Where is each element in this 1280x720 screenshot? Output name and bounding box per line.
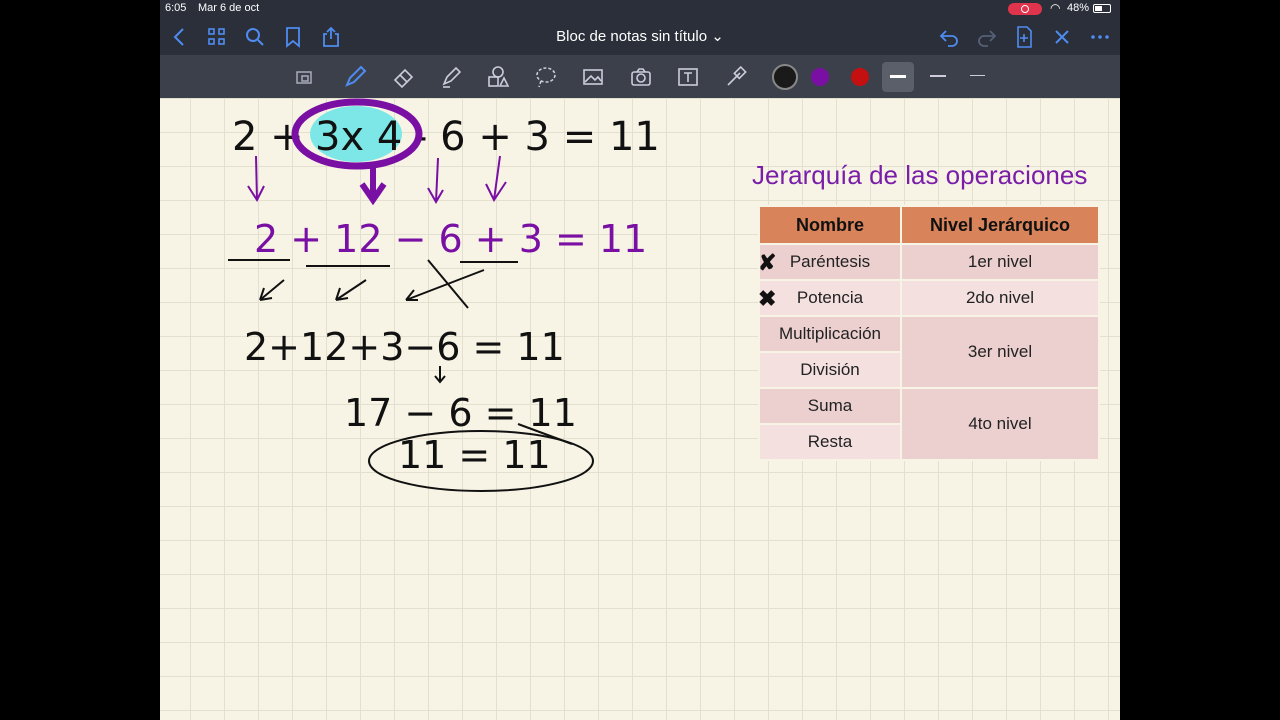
cell-level: 3er nivel (900, 315, 1100, 389)
more-icon[interactable] (1088, 25, 1112, 49)
laser-pointer-icon[interactable] (723, 64, 749, 90)
camera-icon[interactable] (628, 64, 654, 90)
eraser-icon[interactable] (391, 64, 417, 90)
stroke-thick-selected[interactable] (882, 62, 914, 92)
stroke-thin[interactable] (970, 75, 985, 76)
table-row: Suma 4to nivel (758, 387, 1100, 461)
header-nivel: Nivel Jerárquico (900, 205, 1100, 245)
cell-level: 2do nivel (900, 279, 1100, 317)
add-page-icon[interactable] (1012, 25, 1036, 49)
header-nombre: Nombre (758, 205, 902, 245)
stroke-medium[interactable] (930, 75, 946, 77)
zoom-window-icon[interactable] (292, 64, 318, 90)
row-name-text: Potencia (796, 288, 864, 307)
cell-name: ✘ Paréntesis (758, 243, 902, 281)
color-red[interactable] (851, 68, 869, 86)
line1-end: - 6 + 3 = 11 (413, 114, 660, 160)
line2: 2 + 12 − 6 + 3 = 11 (254, 217, 647, 261)
cell-name: ✖ Potencia (758, 279, 902, 317)
line1-circled: 3x 4 (315, 114, 402, 160)
battery-icon (1093, 4, 1111, 13)
line4: 17 − 6 = 11 (344, 391, 577, 435)
goodnotes-screen: 6:05 Mar 6 de oct ◠ 48% Bloc de notas si… (160, 0, 1120, 720)
close-icon[interactable] (1050, 25, 1074, 49)
text-box-icon[interactable] (675, 64, 701, 90)
undo-icon[interactable] (937, 25, 961, 49)
table-header-row: Nombre Nivel Jerárquico (758, 205, 1100, 245)
battery-percent: 48% (1067, 2, 1090, 14)
row-name-text: Paréntesis (789, 252, 871, 271)
lasso-icon[interactable] (533, 64, 559, 90)
table-row: ✘ Paréntesis 1er nivel (758, 243, 1100, 281)
wifi-icon: ◠ (1050, 1, 1061, 15)
color-purple[interactable] (811, 68, 829, 86)
image-icon[interactable] (580, 64, 606, 90)
pen-tool-icon[interactable] (342, 64, 368, 90)
cell-level: 1er nivel (900, 243, 1100, 281)
cross-mark-icon: ✖ (758, 286, 777, 311)
screen-recording-icon (1008, 3, 1042, 15)
status-date: Mar 6 de oct (198, 2, 260, 14)
highlighter-icon[interactable] (438, 64, 464, 90)
status-time: 6:05 (165, 2, 187, 14)
cell-name: División (758, 351, 902, 389)
status-bar: 6:05 Mar 6 de oct ◠ 48% (160, 0, 1120, 18)
line3: 2+12+3−6 = 11 (244, 325, 565, 369)
cell-level: 4to nivel (900, 387, 1100, 461)
cell-name: Resta (758, 423, 902, 461)
notebook-page[interactable]: 2 + 3x 4 - 6 + 3 = 11 2 + 12 − 6 + 3 = 1… (160, 98, 1120, 720)
redo-icon[interactable] (975, 25, 999, 49)
color-black-selected[interactable] (772, 64, 798, 90)
shapes-icon[interactable] (485, 64, 511, 90)
table-row: Multiplicación 3er nivel (758, 315, 1100, 389)
board-heading: Jerarquía de las operaciones (752, 160, 1088, 190)
tool-bar (160, 55, 1120, 98)
cross-mark-icon: ✘ (758, 250, 777, 275)
cell-name: Suma (758, 387, 902, 425)
hierarchy-table: Nombre Nivel Jerárquico ✘ Paréntesis 1er … (758, 205, 1100, 461)
cell-name: Multiplicación (758, 315, 902, 353)
line5: 11 = 11 (398, 433, 551, 477)
nav-bar: Bloc de notas sin título ⌄ (160, 18, 1120, 55)
underline-arrows (228, 259, 518, 309)
table-row: ✖ Potencia 2do nivel (758, 279, 1100, 317)
stroke-thick-line (890, 75, 906, 78)
